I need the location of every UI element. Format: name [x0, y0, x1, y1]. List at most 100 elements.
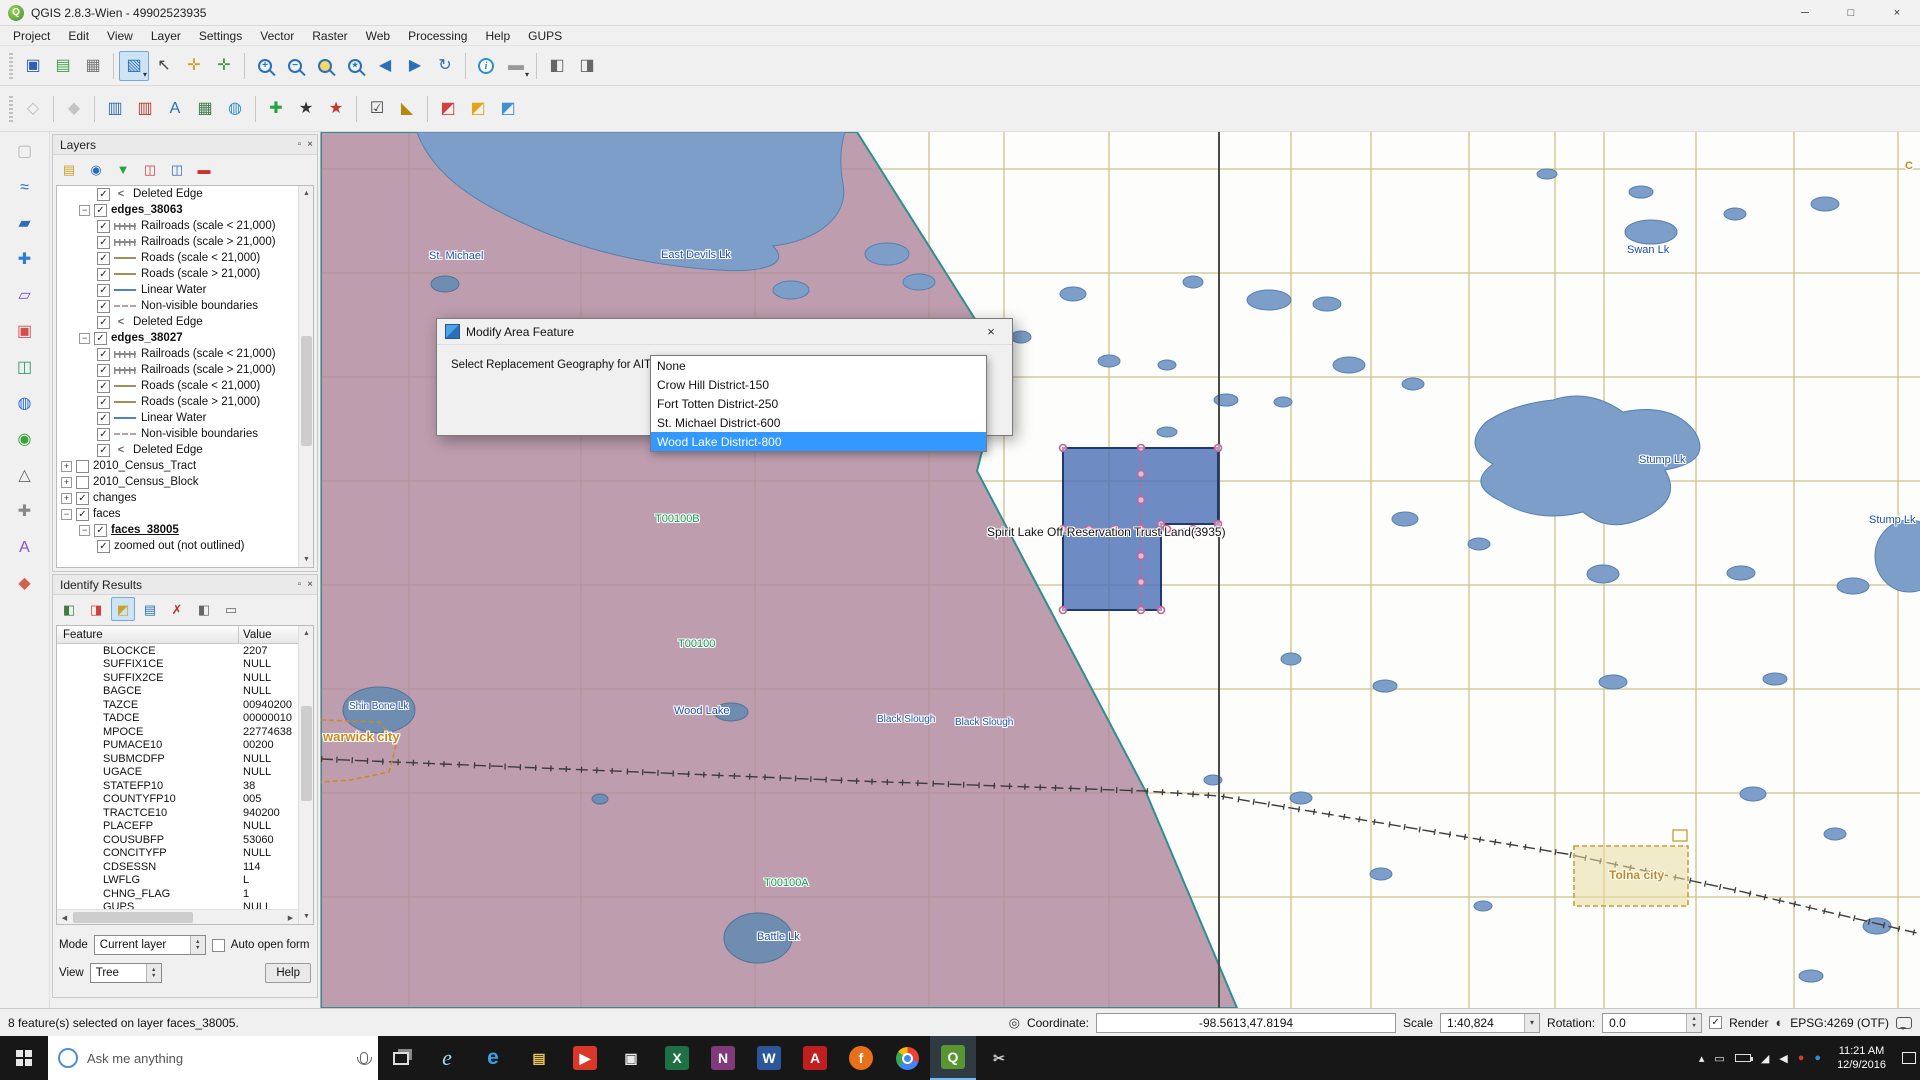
select-features-button[interactable]: ▧▾ — [119, 51, 149, 81]
menu-layer[interactable]: Layer — [142, 27, 190, 45]
column-value[interactable]: Value — [239, 626, 298, 643]
refresh-map-button[interactable]: ↻ — [430, 51, 460, 81]
layer-checkbox[interactable]: ✓ — [97, 444, 110, 457]
menu-processing[interactable]: Processing — [399, 27, 476, 45]
layer-row-linear-water[interactable]: ✓Linear Water — [57, 282, 298, 298]
gups-review-blue-button[interactable]: ◩ — [493, 94, 523, 124]
attribute-row-tazce[interactable]: TAZCE00940200 — [57, 698, 298, 712]
toolbar-handle[interactable] — [9, 53, 13, 79]
layer-checkbox[interactable]: ✓ — [97, 300, 110, 313]
attribute-row-tractce10[interactable]: TRACTCE10940200 — [57, 806, 298, 820]
render-checkbox[interactable]: ✓ — [1709, 1016, 1722, 1029]
taskbar-app-snipping-tool[interactable]: ✂ — [976, 1036, 1022, 1080]
volume-icon[interactable]: ◀ — [1779, 1052, 1787, 1065]
filter-legend-button[interactable]: ▼ — [111, 157, 135, 181]
expand-all-button[interactable]: ◫ — [138, 157, 162, 181]
panel-close-icon[interactable]: × — [307, 139, 313, 150]
layer-row-deleted-edge[interactable]: ✓<Deleted Edge — [57, 442, 298, 458]
attribute-row-chng-flag[interactable]: CHNG_FLAG1 — [57, 887, 298, 901]
split-feature-button[interactable]: ◫ — [9, 352, 41, 384]
expander-icon[interactable]: + — [61, 461, 72, 472]
attribute-row-cdsessn[interactable]: CDSESSN114 — [57, 860, 298, 874]
taskbar-app-word[interactable]: W — [746, 1036, 792, 1080]
layer-row-2010-census-tract[interactable]: +2010_Census_Tract — [57, 458, 298, 474]
tray-chevron-icon[interactable]: ▴ — [1699, 1052, 1705, 1065]
gups-review-yellow-button[interactable]: ◩ — [463, 94, 493, 124]
layer-checkbox[interactable]: ✓ — [97, 236, 110, 249]
select-by-attribute-button[interactable]: A — [160, 94, 190, 124]
expander-icon[interactable]: − — [79, 525, 90, 536]
taskbar-app-file-explorer[interactable]: ▤ — [516, 1036, 562, 1080]
delete-area-feature-button[interactable]: ▣ — [9, 316, 41, 348]
layer-checkbox[interactable]: ✓ — [97, 348, 110, 361]
map-graphics[interactable] — [321, 132, 1920, 1008]
zoom-full-button[interactable] — [310, 51, 340, 81]
task-view-button[interactable] — [378, 1036, 424, 1080]
tray-app-red-icon[interactable]: ● — [1798, 1052, 1805, 1064]
remove-layer-button[interactable]: ▬ — [192, 157, 216, 181]
expand-tree-button[interactable]: ◧ — [57, 597, 81, 621]
scroll-thumb[interactable] — [301, 706, 312, 801]
taskbar-app-excel[interactable]: X — [654, 1036, 700, 1080]
identify-features-button[interactable]: i — [471, 51, 501, 81]
layer-row-edges-38063[interactable]: −✓edges_38063 — [57, 202, 298, 218]
geocode-tool-button[interactable]: ◍ — [9, 388, 41, 420]
expander-icon[interactable]: + — [61, 477, 72, 488]
gups-review-red-button[interactable]: ◩ — [433, 94, 463, 124]
zoom-in-button[interactable]: + — [250, 51, 280, 81]
zoom-to-selection-button[interactable]: ★ — [340, 51, 370, 81]
expander-icon[interactable]: + — [61, 493, 72, 504]
menu-gups[interactable]: GUPS — [519, 27, 571, 45]
clear-results-button[interactable]: ✗ — [165, 597, 189, 621]
dropdown-option-st-michael-district-600[interactable]: St. Michael District-600 — [651, 413, 986, 432]
layer-row-linear-water[interactable]: ✓Linear Water — [57, 410, 298, 426]
scroll-left-icon[interactable]: ◀ — [57, 910, 72, 925]
menu-help[interactable]: Help — [476, 27, 519, 45]
taskbar-app-chrome[interactable] — [884, 1036, 930, 1080]
scroll-thumb[interactable] — [73, 912, 193, 923]
coordinate-input[interactable]: -98.5613,47.8194 — [1096, 1013, 1396, 1033]
layer-checkbox[interactable]: ✓ — [94, 204, 107, 217]
layer-row-edges-38027[interactable]: −✓edges_38027 — [57, 330, 298, 346]
pin-tool-button[interactable]: ◆ — [9, 568, 41, 600]
taskbar-app-internet-explorer[interactable]: e — [424, 1036, 470, 1080]
modify-linear-feature-button[interactable]: ✚ — [9, 244, 41, 276]
angle-tool-button[interactable]: ◣ — [392, 94, 422, 124]
collapse-all-button[interactable]: ◫ — [165, 157, 189, 181]
layer-checkbox[interactable]: ✓ — [97, 316, 110, 329]
paste-features-button[interactable]: ◨ — [572, 51, 602, 81]
taskbar-clock[interactable]: 11:21 AM 12/9/2016 — [1831, 1044, 1892, 1072]
scroll-down-icon[interactable]: ▼ — [299, 909, 314, 924]
layer-checkbox[interactable]: ✓ — [94, 524, 107, 537]
annotation-tool-button[interactable]: A — [9, 532, 41, 564]
scroll-right-icon[interactable]: ▶ — [283, 910, 298, 925]
layer-checkbox[interactable]: ✓ — [94, 332, 107, 345]
dialog-close-icon[interactable]: × — [976, 322, 1006, 342]
layer-row-railroads-scale-21-000[interactable]: ✓Railroads (scale > 21,000) — [57, 362, 298, 378]
pan-map-button[interactable]: ✛ — [179, 51, 209, 81]
layer-row-railroads-scale-21-000[interactable]: ✓Railroads (scale < 21,000) — [57, 218, 298, 234]
move-feature-button[interactable]: ✚ — [9, 496, 41, 528]
layers-scrollbar[interactable]: ▲ ▼ — [298, 186, 313, 567]
attribute-row-tadce[interactable]: TADCE00000010 — [57, 712, 298, 726]
dialog-titlebar[interactable]: Modify Area Feature × — [437, 319, 1012, 345]
dropdown-option-none[interactable]: None — [651, 356, 986, 375]
battery-icon[interactable] — [1735, 1054, 1751, 1062]
microphone-icon[interactable] — [360, 1052, 368, 1064]
layer-row-deleted-edge[interactable]: ✓<Deleted Edge — [57, 314, 298, 330]
log-record-button[interactable]: ▥ — [100, 94, 130, 124]
validate-changes-button[interactable]: ☑ — [362, 94, 392, 124]
layer-visibility-button[interactable]: ◉ — [84, 157, 108, 181]
attribute-row-blockce[interactable]: BLOCKCE2207 — [57, 644, 298, 658]
taskbar-search[interactable]: Ask me anything — [48, 1036, 378, 1080]
mode-combo[interactable]: Current layer ▲▼ — [94, 935, 206, 955]
layer-checkbox[interactable]: ✓ — [97, 220, 110, 233]
dropdown-arrow-icon[interactable]: ▾ — [1524, 1014, 1539, 1032]
delete-feature-button[interactable]: ★ — [321, 94, 351, 124]
coordinate-capture-icon[interactable]: ◎ — [1009, 1015, 1020, 1031]
attribute-row-ugace[interactable]: UGACENULL — [57, 766, 298, 780]
layer-checkbox[interactable]: ✓ — [97, 268, 110, 281]
spinner-arrows-icon[interactable]: ▲▼ — [190, 936, 205, 954]
attribute-row-pumace10[interactable]: PUMACE1000200 — [57, 739, 298, 753]
panel-float-icon[interactable]: ▫ — [298, 139, 302, 150]
